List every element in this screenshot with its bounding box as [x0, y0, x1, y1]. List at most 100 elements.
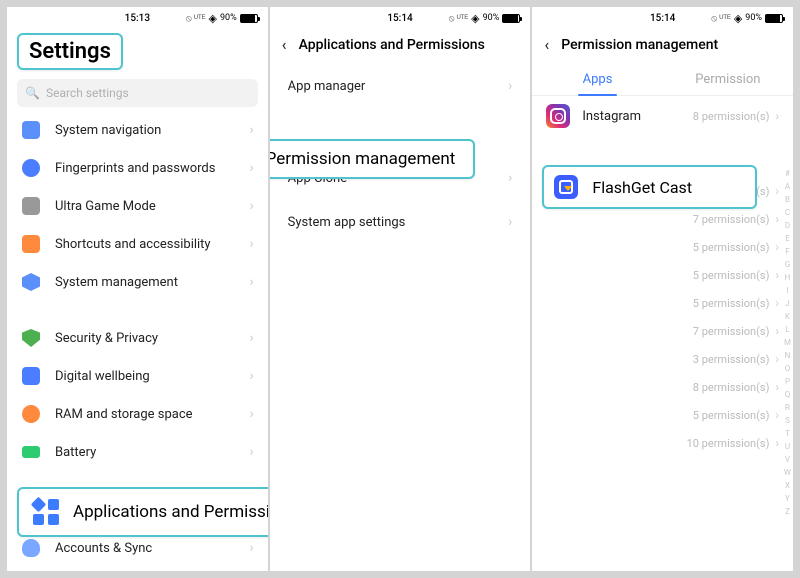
- app-row-hidden[interactable]: 8 permission(s) ›: [532, 376, 793, 404]
- permission-count: 8 permission(s): [693, 381, 770, 394]
- trailing-permission-list: 7 permission(s)›7 permission(s)›5 permis…: [532, 180, 793, 460]
- settings-row[interactable]: System navigation›: [7, 111, 268, 149]
- permission-count: 5 permission(s): [693, 269, 770, 282]
- tab-permission[interactable]: Permission: [663, 64, 793, 95]
- chevron-right-icon: ›: [775, 380, 779, 394]
- chevron-right-icon: ›: [775, 109, 779, 123]
- back-button[interactable]: ‹: [544, 35, 549, 54]
- apps-perm-row[interactable]: App manager›: [270, 64, 531, 108]
- alpha-T[interactable]: T: [784, 427, 791, 440]
- status-bar: 15:14 ⦸ ᵁᵀᴱ ◈ 90%: [270, 7, 531, 29]
- alpha-H[interactable]: H: [784, 271, 791, 284]
- alpha-Z[interactable]: Z: [784, 505, 791, 518]
- search-input[interactable]: 🔍 Search settings: [17, 79, 258, 107]
- chevron-right-icon: ›: [508, 214, 512, 230]
- nav-icon: [22, 121, 40, 139]
- alpha-R[interactable]: R: [784, 401, 791, 414]
- chevron-right-icon: ›: [249, 160, 253, 176]
- alpha-X[interactable]: X: [784, 479, 791, 492]
- apps-permissions-highlight[interactable]: Applications and Permissions: [17, 487, 268, 537]
- alpha-V[interactable]: V: [784, 453, 791, 466]
- row-label: Shortcuts and accessibility: [55, 237, 211, 252]
- permission-count: 7 permission(s): [693, 325, 770, 338]
- search-icon: 🔍: [25, 86, 40, 100]
- row-label: System app settings: [288, 215, 406, 230]
- settings-list-2: Security & Privacy›Digital wellbeing›RAM…: [7, 315, 268, 471]
- alpha-C[interactable]: C: [784, 206, 791, 219]
- settings-row[interactable]: Security & Privacy›: [7, 319, 268, 357]
- alpha-M[interactable]: M: [784, 336, 791, 349]
- chevron-right-icon: ›: [508, 78, 512, 94]
- apps-perm-row[interactable]: System app settings ›: [270, 200, 531, 244]
- app-row-hidden[interactable]: 5 permission(s)›: [532, 236, 793, 264]
- permission-management-highlight[interactable]: Permission management: [270, 139, 476, 179]
- flashget-highlight[interactable]: FlashGet Cast: [542, 165, 757, 209]
- settings-row[interactable]: RAM and storage space›: [7, 395, 268, 433]
- alpha-W[interactable]: W: [784, 466, 791, 479]
- game-icon: [22, 197, 40, 215]
- flashget-icon: [554, 175, 578, 199]
- chevron-right-icon: ›: [249, 540, 253, 556]
- chevron-right-icon: ›: [508, 170, 512, 186]
- apps-permissions-screen: 15:14 ⦸ ᵁᵀᴱ ◈ 90% ‹ Applications and Per…: [270, 7, 531, 571]
- status-icons: ⦸ ᵁᵀᴱ: [186, 13, 206, 24]
- status-bar: 15:14 ⦸ ᵁᵀᴱ ◈ 90%: [532, 7, 793, 29]
- app-row-hidden[interactable]: 10 permission(s) ›: [532, 432, 793, 460]
- alpha-N[interactable]: N: [784, 349, 791, 362]
- settings-row[interactable]: Digital wellbeing›: [7, 357, 268, 395]
- app-row-hidden[interactable]: 7 permission(s) ›: [532, 320, 793, 348]
- alpha-Q[interactable]: Q: [784, 388, 791, 401]
- chevron-right-icon: ›: [249, 198, 253, 214]
- search-placeholder: Search settings: [46, 86, 129, 100]
- app-row-hidden[interactable]: 3 permission(s)›: [532, 348, 793, 376]
- settings-row[interactable]: Battery›: [7, 433, 268, 471]
- alpha-A[interactable]: A: [784, 180, 791, 193]
- dw-icon: [22, 367, 40, 385]
- alpha-Y[interactable]: Y: [784, 492, 791, 505]
- chevron-right-icon: ›: [249, 122, 253, 138]
- app-row-hidden[interactable]: 5 permission(s)›: [532, 292, 793, 320]
- app-row-instagram[interactable]: Instagram 8 permission(s) ›: [532, 96, 793, 136]
- alpha-I[interactable]: I: [784, 284, 791, 297]
- alpha-O[interactable]: O: [784, 362, 791, 375]
- permission-count: 8 permission(s): [693, 110, 770, 123]
- settings-row[interactable]: System management›: [7, 263, 268, 301]
- settings-title-highlight: Settings: [17, 33, 123, 70]
- alpha-F[interactable]: F: [784, 245, 791, 258]
- status-icons: ⦸ ᵁᵀᴱ: [449, 13, 469, 24]
- chevron-right-icon: ›: [775, 324, 779, 338]
- chevron-right-icon: ›: [775, 212, 779, 226]
- wifi-icon: ◈: [471, 12, 479, 25]
- back-button[interactable]: ‹: [282, 35, 287, 54]
- alpha-U[interactable]: U: [784, 440, 791, 453]
- chevron-right-icon: ›: [249, 444, 253, 460]
- app-row-hidden[interactable]: 7 permission(s)›: [532, 208, 793, 236]
- alpha-G[interactable]: G: [784, 258, 791, 271]
- permission-count: 5 permission(s): [693, 297, 770, 310]
- app-row-hidden[interactable]: 5 permission(s)›: [532, 404, 793, 432]
- alpha-B[interactable]: B: [784, 193, 791, 206]
- tab-apps[interactable]: Apps: [532, 64, 662, 95]
- accounts-label: Accounts & Sync: [55, 541, 152, 556]
- app-name: Instagram: [582, 109, 641, 124]
- permission-count: 10 permission(s): [687, 437, 770, 450]
- alpha-P[interactable]: P: [784, 375, 791, 388]
- row-label: System management: [55, 275, 178, 290]
- page-title: Applications and Permissions: [299, 37, 485, 53]
- sys-icon: [22, 273, 40, 291]
- status-bar: 15:13 ⦸ ᵁᵀᴱ ◈ 90%: [7, 7, 268, 29]
- alpha-#[interactable]: #: [784, 167, 791, 180]
- alpha-K[interactable]: K: [784, 310, 791, 323]
- alpha-J[interactable]: J: [784, 297, 791, 310]
- row-label: Digital wellbeing: [55, 369, 150, 384]
- settings-row[interactable]: Ultra Game Mode›: [7, 187, 268, 225]
- alpha-index[interactable]: #ABCDEFGHIJKLMNOPQRSTUVWXYZ: [784, 167, 791, 561]
- app-row-hidden[interactable]: 5 permission(s)›: [532, 264, 793, 292]
- settings-row[interactable]: Shortcuts and accessibility›: [7, 225, 268, 263]
- alpha-L[interactable]: L: [784, 323, 791, 336]
- alpha-D[interactable]: D: [784, 219, 791, 232]
- settings-row[interactable]: Fingerprints and passwords›: [7, 149, 268, 187]
- alpha-E[interactable]: E: [784, 232, 791, 245]
- chevron-right-icon: ›: [775, 436, 779, 450]
- alpha-S[interactable]: S: [784, 414, 791, 427]
